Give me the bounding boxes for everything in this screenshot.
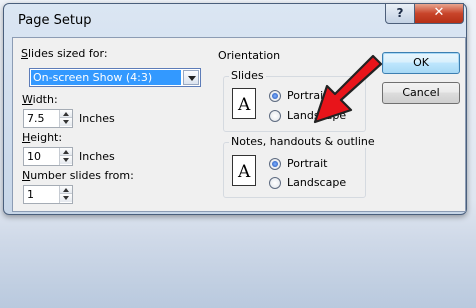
- number-spinner-buttons: [59, 186, 72, 203]
- height-spinner[interactable]: 10: [23, 147, 73, 166]
- close-button[interactable]: ✕: [414, 3, 464, 24]
- width-label: Width:: [22, 93, 58, 106]
- notes-orientation-group: Notes, handouts & outline A Portrait Lan…: [223, 135, 377, 198]
- width-increment-button[interactable]: [60, 110, 72, 118]
- height-value: 10: [27, 150, 41, 163]
- height-spinner-buttons: [59, 148, 72, 165]
- dropdown-arrow-button[interactable]: [183, 70, 199, 85]
- height-label: Height:: [22, 131, 63, 144]
- dialog-title: Page Setup: [18, 13, 92, 28]
- number-slides-from-label: Number slides from:: [22, 169, 134, 182]
- notes-group-title: Notes, handouts & outline: [229, 135, 377, 148]
- notes-landscape-label[interactable]: Landscape: [287, 176, 346, 189]
- number-increment-button[interactable]: [60, 186, 72, 194]
- page-setup-dialog: Page Setup ? ✕ Slides sized for: On-scre…: [3, 3, 467, 215]
- slides-sized-for-value: On-screen Show (4:3): [31, 70, 181, 85]
- orientation-heading: Orientation: [218, 49, 281, 62]
- height-unit: Inches: [79, 150, 115, 163]
- down-arrow-icon: [63, 120, 69, 124]
- notes-landscape-radio[interactable]: [269, 177, 281, 189]
- width-spinner-buttons: [59, 110, 72, 127]
- notes-portrait-radio[interactable]: [269, 158, 281, 170]
- portrait-page-icon: A: [232, 88, 256, 119]
- height-decrement-button[interactable]: [60, 156, 72, 164]
- up-arrow-icon: [63, 188, 69, 192]
- chevron-down-icon: [188, 76, 196, 81]
- cancel-button[interactable]: Cancel: [382, 82, 460, 104]
- portrait-page-icon: A: [232, 155, 256, 186]
- slides-sized-for-dropdown[interactable]: On-screen Show (4:3): [29, 68, 201, 87]
- slides-portrait-radio[interactable]: [269, 90, 281, 102]
- slides-sized-for-label-rest: lides sized for:: [27, 47, 108, 60]
- notes-portrait-label[interactable]: Portrait: [287, 157, 327, 170]
- slides-group-title: Slides: [229, 69, 266, 82]
- width-spinner[interactable]: 7.5: [23, 109, 73, 128]
- number-decrement-button[interactable]: [60, 194, 72, 202]
- width-unit: Inches: [79, 112, 115, 125]
- width-decrement-button[interactable]: [60, 118, 72, 126]
- slides-sized-for-label: Slides sized for:: [21, 47, 108, 60]
- up-arrow-icon: [63, 150, 69, 154]
- help-button[interactable]: ?: [385, 3, 415, 24]
- slides-landscape-radio[interactable]: [269, 110, 281, 122]
- down-arrow-icon: [63, 158, 69, 162]
- ok-button[interactable]: OK: [382, 52, 460, 74]
- up-arrow-icon: [63, 112, 69, 116]
- dialog-client-area: Slides sized for: On-screen Show (4:3) W…: [12, 37, 466, 212]
- down-arrow-icon: [63, 196, 69, 200]
- width-value: 7.5: [27, 112, 45, 125]
- number-slides-from-spinner[interactable]: 1: [23, 185, 73, 204]
- height-increment-button[interactable]: [60, 148, 72, 156]
- red-arrow-icon: [313, 54, 383, 124]
- number-slides-from-value: 1: [27, 188, 34, 201]
